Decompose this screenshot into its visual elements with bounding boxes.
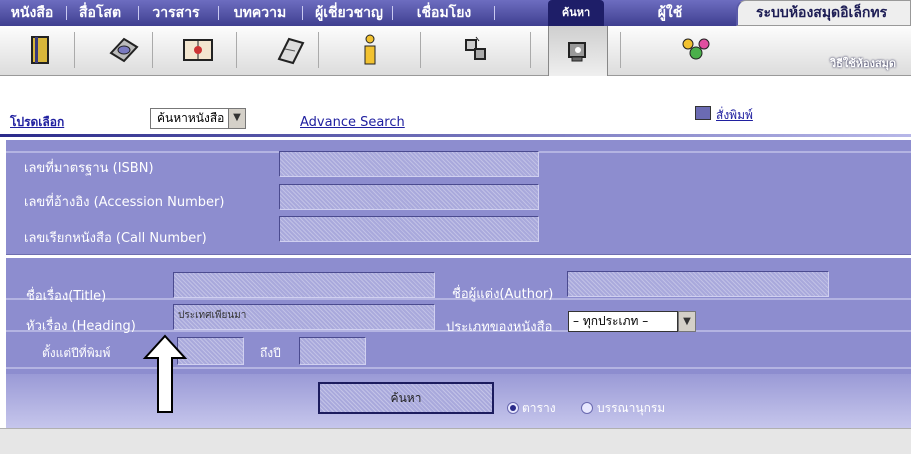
nav-item-experts[interactable]: ผู้เชี่ยวชาญ <box>308 0 390 26</box>
heading-input[interactable]: ประเทศเพียนมา <box>173 304 435 330</box>
radio-bibliography-label: บรรณานุกรม <box>597 401 666 415</box>
year-from-label: ตั้งแต่ปีที่พิมพ์ <box>42 346 111 360</box>
accession-label: เลขที่อ้างอิง (Accession Number) <box>24 195 225 210</box>
call-number-input[interactable] <box>279 216 539 242</box>
system-title: ระบบห้องสมุดอิเล็กทร <box>736 0 911 26</box>
year-to-label: ถึงปี <box>260 346 281 360</box>
print-link[interactable]: สั่งพิมพ์ <box>716 106 753 125</box>
media-disc-icon[interactable] <box>96 28 152 72</box>
nav-separator <box>138 6 139 20</box>
toolbar-separator <box>152 32 153 68</box>
journal-icon[interactable] <box>170 28 226 72</box>
pointer-arrow-icon <box>142 334 188 413</box>
toolbar-separator <box>236 32 237 68</box>
nav-item-books[interactable]: หนังสือ <box>2 0 62 26</box>
isbn-input[interactable] <box>279 151 539 177</box>
book-icon[interactable] <box>12 28 68 72</box>
toolbar-separator <box>318 32 319 68</box>
author-label: ชื่อผู้แต่ง(Author) <box>452 287 554 302</box>
radio-bibliography[interactable] <box>581 402 593 414</box>
nav-item-search[interactable]: ค้นหา <box>548 0 604 26</box>
selection-row <box>0 100 911 134</box>
toolbar-separator <box>620 32 621 68</box>
info-icon[interactable] <box>342 28 398 72</box>
nav-separator <box>302 6 303 20</box>
search-button[interactable]: ค้นหา <box>318 382 494 414</box>
toolbar-separator <box>420 32 421 68</box>
chevron-down-icon[interactable]: ▼ <box>228 109 245 128</box>
heading-label: หัวเรื่อง (Heading) <box>26 319 136 334</box>
accession-input[interactable] <box>279 184 539 210</box>
advance-search-link[interactable]: Advance Search <box>300 115 405 130</box>
nav-item-user[interactable]: ผู้ใช้ <box>640 0 700 26</box>
selection-label: โปรดเลือก <box>10 115 65 129</box>
year-to-input[interactable] <box>299 337 366 365</box>
title-label: ชื่อเรื่อง(Title) <box>26 289 107 304</box>
book-type-select[interactable]: – ทุกประเภท – <box>568 311 678 332</box>
nav-item-links[interactable]: เชื่อมโยง <box>398 0 490 26</box>
nav-item-media[interactable]: สื่อโสต <box>70 0 130 26</box>
call-number-label: เลขเรียกหนังสือ (Call Number) <box>24 231 207 246</box>
printer-icon[interactable] <box>695 106 711 120</box>
nav-separator <box>218 6 219 20</box>
help-link[interactable]: วิธีใช้ห้องสมุด <box>830 54 911 72</box>
users-icon[interactable] <box>668 28 724 72</box>
toolbar-separator <box>74 32 75 68</box>
toolbar-separator <box>530 32 531 68</box>
isbn-label: เลขที่มาตรฐาน (ISBN) <box>24 161 154 176</box>
book-type-label: ประเภทของหนังสือ <box>446 320 553 335</box>
divider <box>0 134 911 137</box>
nav-separator <box>392 6 393 20</box>
links-icon[interactable] <box>448 28 504 72</box>
footer-bar <box>0 428 911 454</box>
title-input[interactable] <box>173 272 435 298</box>
author-input[interactable] <box>567 271 829 297</box>
nav-separator <box>494 6 495 20</box>
nav-item-articles[interactable]: บทความ <box>224 0 296 26</box>
radio-table-label: ตาราง <box>522 401 556 415</box>
article-icon[interactable] <box>262 28 318 72</box>
radio-table[interactable] <box>507 402 519 414</box>
chevron-down-icon[interactable]: ▼ <box>678 311 696 332</box>
nav-item-journals[interactable]: วารสาร <box>140 0 212 26</box>
nav-separator <box>66 6 67 20</box>
search-tool-icon[interactable] <box>550 28 606 72</box>
